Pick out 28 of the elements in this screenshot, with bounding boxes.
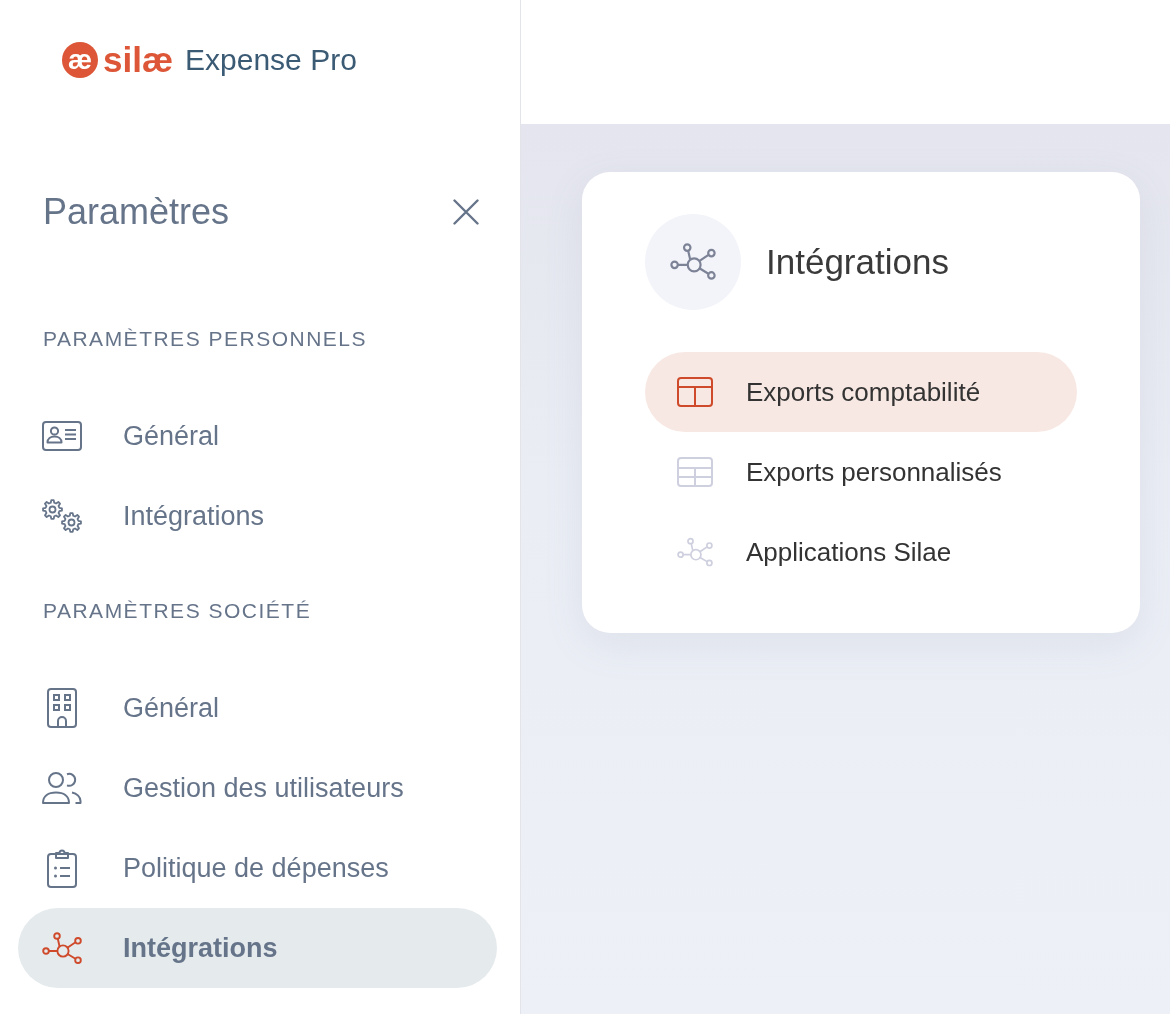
gears-icon [42, 499, 82, 533]
close-button[interactable] [453, 199, 479, 225]
table-icon [677, 457, 713, 487]
menu-item[interactable]: Exports comptabilité [645, 352, 1077, 432]
logo-mark: æ [62, 42, 98, 78]
logo-wordmark: silæ [103, 41, 174, 79]
section-heading: PARAMÈTRES PERSONNELS [43, 326, 367, 352]
network-icon [42, 932, 82, 964]
id-card-icon [42, 421, 82, 451]
nav-item[interactable]: Général [18, 668, 497, 748]
building-icon [47, 688, 77, 728]
sidebar-title: Paramètres [43, 190, 230, 234]
card-title: Intégrations [766, 242, 949, 282]
network-icon [677, 536, 713, 568]
network-icon [645, 214, 741, 310]
nav-item[interactable]: Intégrations [18, 908, 497, 988]
close-icon [453, 199, 479, 225]
menu-item[interactable]: Exports personnalisés [645, 432, 1077, 512]
layout-icon [677, 377, 713, 407]
menu-item[interactable]: Applications Silae [645, 512, 1077, 592]
nav-item[interactable]: Politique de dépenses [18, 828, 497, 908]
nav-item[interactable]: Gestion des utilisateurs [18, 748, 497, 828]
nav-item[interactable]: Intégrations [18, 476, 497, 556]
clipboard-icon [47, 848, 77, 888]
users-icon [42, 772, 82, 804]
section-heading: PARAMÈTRES SOCIÉTÉ [43, 598, 312, 624]
nav-item[interactable]: Général [18, 396, 497, 476]
product-name: Expense Pro [185, 42, 357, 78]
